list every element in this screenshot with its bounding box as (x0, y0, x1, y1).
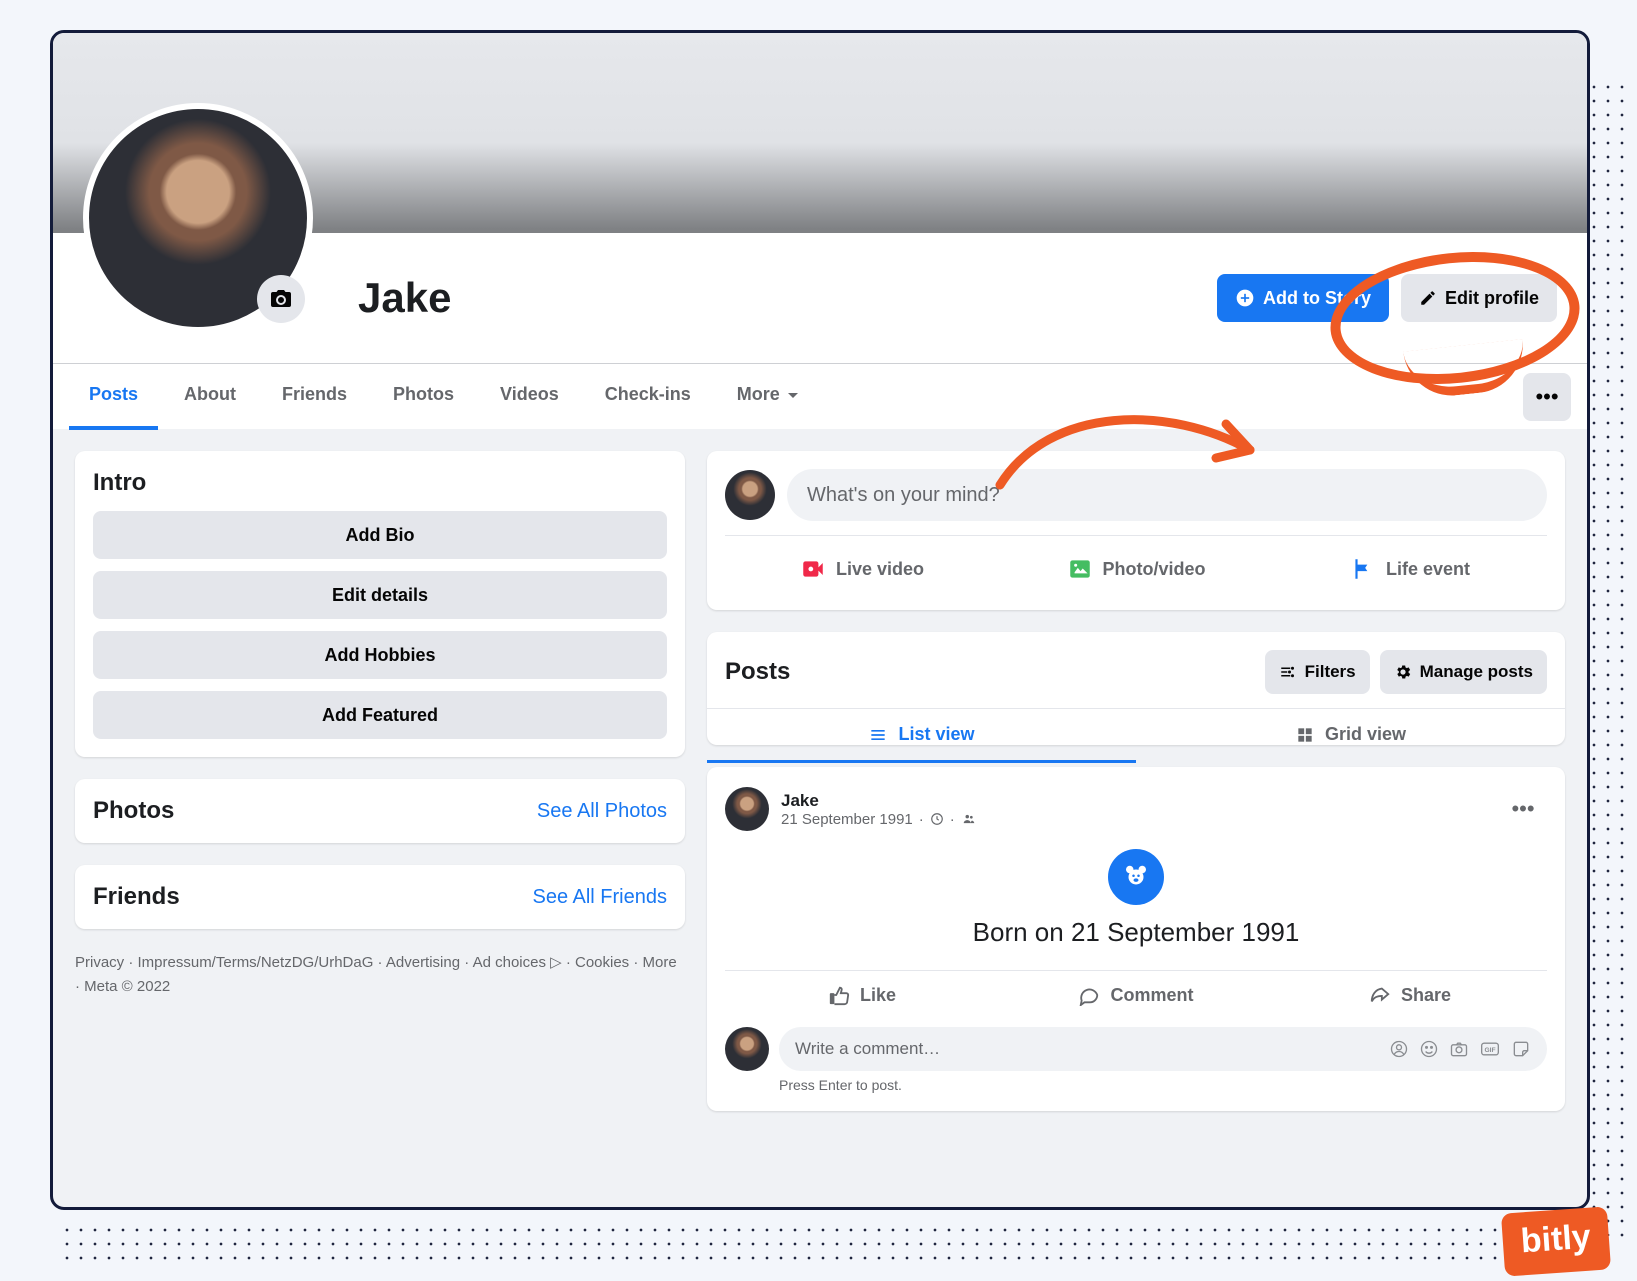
ellipsis-icon: ••• (1535, 384, 1558, 410)
share-button[interactable]: Share (1273, 971, 1547, 1019)
tab-about[interactable]: About (164, 364, 256, 430)
live-video-label: Live video (836, 559, 924, 580)
tab-photos[interactable]: Photos (373, 364, 474, 430)
post-meta: 21 September 1991 · · (781, 811, 1487, 828)
sliders-icon (1279, 663, 1297, 681)
page-footer: Privacy · Impressum/Terms/NetzDG/UrhDaG … (75, 951, 685, 999)
plus-circle-icon (1235, 288, 1255, 308)
edit-details-button[interactable]: Edit details (93, 571, 667, 619)
teddy-bear-icon (1121, 862, 1151, 892)
comment-input-icons: GIF (1389, 1039, 1531, 1059)
comment-button[interactable]: Comment (999, 971, 1273, 1019)
decorative-dots-bottom (60, 1223, 1597, 1263)
birth-post: Jake 21 September 1991 · · ••• (707, 767, 1565, 1111)
intro-title: Intro (93, 469, 667, 497)
tab-videos[interactable]: Videos (480, 364, 579, 430)
ellipsis-icon: ••• (1511, 796, 1534, 822)
post-avatar[interactable] (725, 787, 769, 831)
grid-icon (1295, 725, 1315, 745)
comment-label: Comment (1110, 985, 1193, 1006)
decorative-dots-right (1587, 80, 1627, 1241)
posts-panel: Posts Filters Manage posts (707, 632, 1565, 745)
tab-friends[interactable]: Friends (262, 364, 367, 430)
manage-posts-button[interactable]: Manage posts (1380, 650, 1547, 694)
post-author[interactable]: Jake (781, 791, 1487, 811)
camera-icon (1449, 1039, 1469, 1059)
see-all-friends-link[interactable]: See All Friends (532, 886, 667, 909)
add-featured-button[interactable]: Add Featured (93, 691, 667, 739)
photo-video-label: Photo/video (1103, 559, 1206, 580)
tab-checkins[interactable]: Check-ins (585, 364, 711, 430)
list-view-label: List view (898, 724, 974, 745)
post-date: 21 September 1991 (781, 811, 913, 828)
composer-input[interactable]: What's on your mind? (787, 469, 1547, 521)
birthday-badge (1108, 849, 1164, 905)
camera-icon (269, 287, 293, 311)
video-camera-icon (800, 556, 826, 582)
live-video-button[interactable]: Live video (725, 546, 999, 592)
avatar-sticker-icon (1389, 1039, 1409, 1059)
add-hobbies-button[interactable]: Add Hobbies (93, 631, 667, 679)
change-photo-button[interactable] (257, 275, 305, 323)
clock-icon (930, 812, 944, 826)
gif-icon: GIF (1479, 1039, 1501, 1059)
avatar-container (83, 103, 313, 333)
post-menu-button[interactable]: ••• (1499, 785, 1547, 833)
friends-privacy-icon (961, 812, 977, 826)
photo-video-button[interactable]: Photo/video (999, 546, 1273, 592)
pencil-icon (1419, 289, 1437, 307)
photos-title: Photos (93, 797, 174, 825)
grid-view-label: Grid view (1325, 724, 1406, 745)
comment-placeholder: Write a comment… (795, 1039, 940, 1059)
svg-text:GIF: GIF (1484, 1047, 1495, 1054)
friends-card: Friends See All Friends (75, 865, 685, 929)
composer-avatar[interactable] (725, 470, 775, 520)
life-event-label: Life event (1386, 559, 1470, 580)
bitly-watermark: bitly (1501, 1206, 1611, 1276)
add-to-story-label: Add to Story (1263, 288, 1371, 309)
like-button[interactable]: Like (725, 971, 999, 1019)
profile-tabs: Posts About Friends Photos Videos Check-… (53, 363, 1587, 429)
add-bio-button[interactable]: Add Bio (93, 511, 667, 559)
speech-bubble-icon (1078, 984, 1100, 1006)
profile-name: Jake (358, 274, 1217, 322)
comment-input[interactable]: Write a comment… GIF (779, 1027, 1547, 1071)
posts-title: Posts (725, 658, 1255, 686)
filters-button[interactable]: Filters (1265, 650, 1370, 694)
app-window: Jake Add to Story Edit profile Posts Abo… (50, 30, 1590, 1210)
like-label: Like (860, 985, 896, 1006)
filters-label: Filters (1305, 662, 1356, 682)
comment-avatar[interactable] (725, 1027, 769, 1071)
share-label: Share (1401, 985, 1451, 1006)
photos-card: Photos See All Photos (75, 779, 685, 843)
gear-icon (1394, 663, 1412, 681)
emoji-icon (1419, 1039, 1439, 1059)
manage-posts-label: Manage posts (1420, 662, 1533, 682)
more-options-button[interactable]: ••• (1523, 373, 1571, 421)
tab-more[interactable]: More (717, 364, 818, 430)
friends-title: Friends (93, 883, 180, 911)
tab-posts[interactable]: Posts (69, 364, 158, 430)
add-to-story-button[interactable]: Add to Story (1217, 274, 1389, 322)
profile-header: Jake Add to Story Edit profile (53, 233, 1587, 363)
life-event-button[interactable]: Life event (1273, 546, 1547, 592)
composer-card: What's on your mind? Live video Photo/vi… (707, 451, 1565, 610)
post-headline: Born on 21 September 1991 (725, 917, 1547, 948)
share-arrow-icon (1369, 984, 1391, 1006)
see-all-photos-link[interactable]: See All Photos (537, 800, 667, 823)
sticker-icon (1511, 1039, 1531, 1059)
edit-profile-label: Edit profile (1445, 288, 1539, 309)
comment-hint: Press Enter to post. (779, 1077, 1547, 1093)
thumbs-up-icon (828, 984, 850, 1006)
grid-view-tab[interactable]: Grid view (1136, 709, 1565, 763)
list-view-tab[interactable]: List view (707, 709, 1136, 763)
edit-profile-button[interactable]: Edit profile (1401, 274, 1557, 322)
intro-card: Intro Add Bio Edit details Add Hobbies A… (75, 451, 685, 757)
photo-icon (1067, 556, 1093, 582)
flag-icon (1350, 556, 1376, 582)
list-icon (868, 725, 888, 745)
